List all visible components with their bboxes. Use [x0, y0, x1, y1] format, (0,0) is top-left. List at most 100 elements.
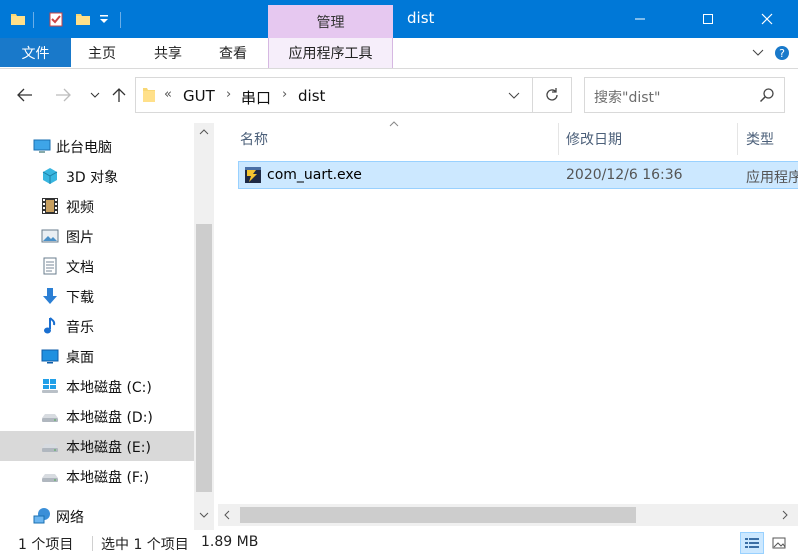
nav-item-label: 本地磁盘 (E:)	[66, 440, 151, 456]
download-icon	[41, 287, 59, 305]
nav-item-videos[interactable]: 视频	[0, 191, 194, 221]
nav-item-documents[interactable]: 文档	[0, 251, 194, 281]
exe-icon	[244, 166, 262, 184]
tab-application-tools[interactable]: 应用程序工具	[268, 38, 393, 68]
properties-icon[interactable]	[48, 10, 64, 28]
folder-icon	[142, 87, 156, 103]
scroll-right-icon[interactable]	[782, 510, 788, 520]
nav-item-label: 视频	[66, 200, 94, 216]
video-icon	[41, 197, 59, 215]
nav-scrollbar[interactable]	[194, 123, 214, 530]
minimize-button[interactable]	[617, 0, 663, 38]
music-icon	[41, 317, 59, 335]
toolbar-separator	[33, 12, 34, 28]
ribbon-tabs: 文件 主页 共享 查看 应用程序工具 ?	[0, 38, 798, 69]
tab-view[interactable]: 查看	[210, 38, 256, 68]
nav-item-pictures[interactable]: 图片	[0, 221, 194, 251]
file-row[interactable]: com_uart.exe 2020/12/6 16:36 应用程序	[238, 161, 798, 189]
nav-item-label: 本地磁盘 (F:)	[66, 470, 150, 486]
back-button[interactable]	[13, 83, 37, 107]
toolbar-separator	[120, 12, 121, 28]
crumb-overflow[interactable]: «	[164, 87, 172, 102]
new-folder-icon[interactable]	[75, 10, 91, 28]
nav-item-desktop[interactable]: 桌面	[0, 341, 194, 371]
column-header-name[interactable]: 名称	[218, 123, 558, 153]
documents-icon	[41, 257, 59, 275]
nav-item-drive-d[interactable]: 本地磁盘 (D:)	[0, 401, 194, 431]
desktop-icon	[41, 347, 59, 365]
tab-share[interactable]: 共享	[146, 38, 190, 68]
scroll-up-icon[interactable]	[199, 129, 209, 135]
file-name: com_uart.exe	[267, 167, 362, 183]
crumb-gut[interactable]: GUT	[183, 87, 215, 105]
help-icon[interactable]: ?	[772, 38, 792, 68]
scroll-left-icon[interactable]	[224, 510, 230, 520]
window-title: dist	[407, 9, 435, 27]
nav-item-3d-objects[interactable]: 3D 对象	[0, 161, 194, 191]
column-header-modified[interactable]: 修改日期	[559, 123, 737, 153]
horizontal-scrollbar-thumb[interactable]	[240, 507, 636, 523]
nav-item-label: 音乐	[66, 320, 94, 336]
nav-item-drive-f[interactable]: 本地磁盘 (F:)	[0, 461, 194, 491]
folder-icon[interactable]	[10, 10, 26, 28]
nav-item-label: 本地磁盘 (C:)	[66, 380, 152, 396]
nav-item-label: 3D 对象	[66, 170, 119, 186]
item-count: 1 个项目	[18, 537, 74, 553]
nav-item-label: 图片	[66, 230, 94, 246]
customize-toolbar-icon[interactable]	[99, 10, 109, 28]
nav-item-label: 桌面	[66, 350, 94, 366]
maximize-button[interactable]	[685, 0, 731, 38]
forward-button[interactable]	[51, 83, 75, 107]
nav-item-label: 本地磁盘 (D:)	[66, 410, 153, 426]
large-icons-view-button[interactable]	[767, 532, 791, 554]
crumb-dist[interactable]: dist	[298, 87, 325, 105]
search-icon[interactable]	[759, 87, 775, 103]
nav-item-this-pc[interactable]: 此台电脑	[0, 131, 194, 161]
nav-item-drive-e[interactable]: 本地磁盘 (E:)	[0, 431, 194, 461]
selection-count: 选中 1 个项目	[101, 537, 189, 553]
address-bar[interactable]: « GUT › 串口 › dist	[135, 77, 533, 113]
column-header-type[interactable]: 类型	[738, 123, 798, 153]
context-tab-manage[interactable]: 管理	[268, 5, 393, 38]
up-button[interactable]	[107, 83, 131, 107]
address-dropdown-icon[interactable]	[508, 92, 520, 99]
status-divider	[92, 536, 93, 551]
column-header-label: 修改日期	[566, 132, 622, 148]
crumb-serial[interactable]: 串口	[241, 87, 271, 108]
selection-size: 1.89 MB	[201, 534, 259, 550]
refresh-button[interactable]	[533, 77, 572, 113]
nav-scrollbar-thumb[interactable]	[196, 224, 212, 492]
drive-icon	[41, 467, 59, 485]
nav-item-downloads[interactable]: 下载	[0, 281, 194, 311]
title-bar: 管理 dist	[0, 0, 798, 38]
chevron-right-icon[interactable]: ›	[282, 87, 287, 102]
expand-ribbon-icon[interactable]	[748, 38, 768, 68]
nav-item-network[interactable]: 网络	[0, 501, 194, 531]
address-toolbar: « GUT › 串口 › dist 搜索"dist"	[0, 69, 798, 123]
pictures-icon	[41, 227, 59, 245]
horizontal-scrollbar[interactable]	[218, 504, 798, 526]
tab-home[interactable]: 主页	[80, 38, 124, 68]
scroll-down-icon[interactable]	[199, 512, 209, 518]
search-input[interactable]: 搜索"dist"	[594, 87, 660, 107]
svg-text:?: ?	[779, 47, 785, 60]
close-button[interactable]	[744, 0, 790, 38]
details-view-button[interactable]	[740, 532, 764, 554]
3d-objects-icon	[41, 167, 59, 185]
nav-item-music[interactable]: 音乐	[0, 311, 194, 341]
file-modified: 2020/12/6 16:36	[566, 167, 683, 183]
chevron-right-icon[interactable]: ›	[226, 87, 231, 102]
file-list: 名称 修改日期 类型 com_uart.exe 2020/12/6 16:36 …	[218, 121, 798, 530]
network-icon	[33, 507, 51, 525]
drive-icon	[41, 407, 59, 425]
tab-file[interactable]: 文件	[0, 38, 71, 67]
search-box[interactable]: 搜索"dist"	[584, 77, 785, 113]
drive-icon	[41, 437, 59, 455]
nav-item-label: 此台电脑	[56, 140, 112, 156]
file-type: 应用程序	[746, 170, 798, 186]
nav-item-drive-c[interactable]: 本地磁盘 (C:)	[0, 371, 194, 401]
column-header-label: 名称	[240, 132, 268, 148]
status-bar: 1 个项目 选中 1 个项目 1.89 MB	[0, 530, 798, 557]
recent-locations-button[interactable]	[83, 83, 107, 107]
windows-drive-icon	[41, 377, 59, 395]
